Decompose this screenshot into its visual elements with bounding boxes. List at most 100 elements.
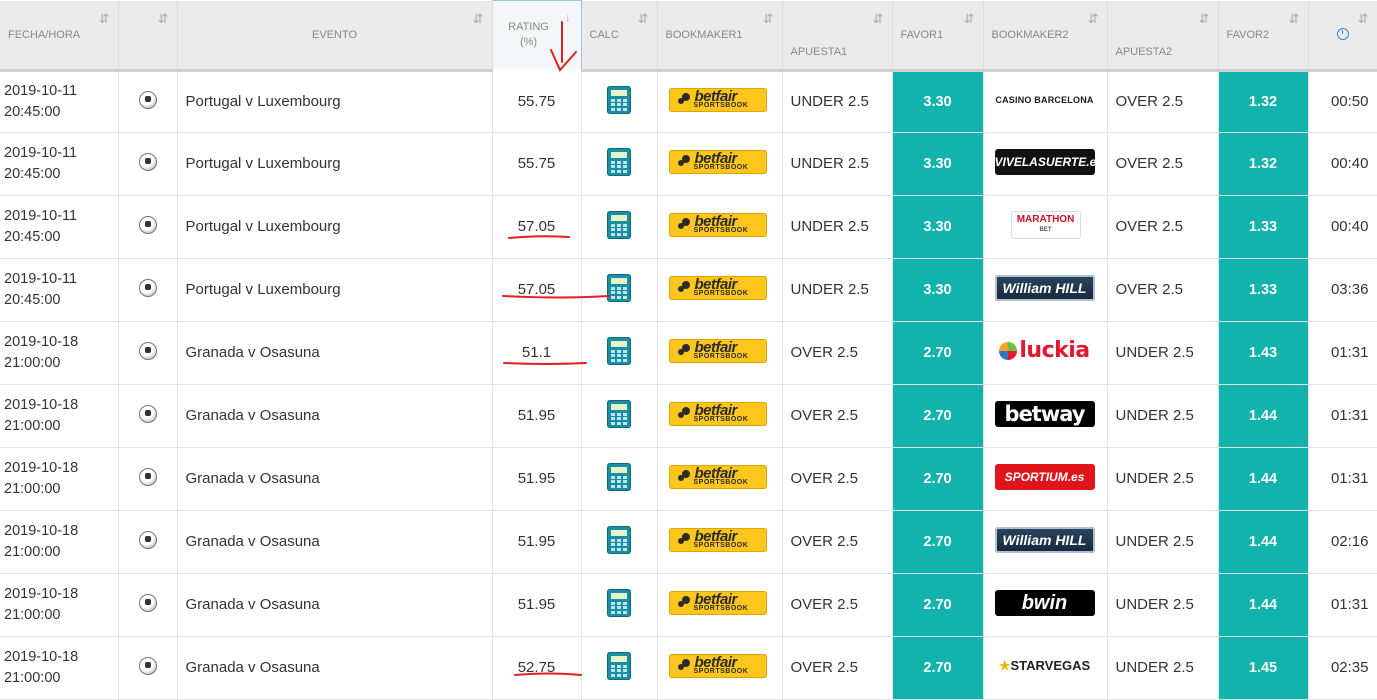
favor2-cell[interactable]: 1.44 xyxy=(1218,573,1309,637)
sort-icon[interactable]: ⇵ xyxy=(99,11,110,27)
betfair-logo[interactable]: betfair SPORTSBOOK xyxy=(668,590,767,615)
favor2-odds[interactable]: 1.44 xyxy=(1249,408,1277,424)
favor1-cell[interactable]: 3.30 xyxy=(892,258,984,322)
event-cell[interactable]: Portugal v Luxembourg xyxy=(177,68,493,133)
bookmaker1-cell[interactable]: betfair SPORTSBOOK xyxy=(657,68,783,133)
table-row[interactable]: 2019-10-11 20:45:00 Portugal v Luxembourg 5… xyxy=(0,195,1377,259)
bookmaker1-cell[interactable]: betfair SPORTSBOOK xyxy=(657,636,783,700)
calc-cell[interactable] xyxy=(581,573,658,637)
bookmaker2-cell[interactable]: William HILL xyxy=(983,258,1108,322)
event-name[interactable]: Granada v Osasuna xyxy=(186,470,320,487)
table-row[interactable]: 2019-10-11 20:45:00 Portugal v Luxembourg 5… xyxy=(0,258,1377,322)
favor1-odds[interactable]: 2.70 xyxy=(923,345,951,361)
table-row[interactable]: 2019-10-11 20:45:00 Portugal v Luxembourg 5… xyxy=(0,68,1377,133)
favor2-odds[interactable]: 1.32 xyxy=(1249,94,1277,110)
favor1-odds[interactable]: 3.30 xyxy=(923,94,951,110)
event-name[interactable]: Granada v Osasuna xyxy=(186,407,320,424)
header-apuesta1[interactable]: APUESTA1 ⇵ xyxy=(782,0,893,72)
bookmaker1-cell[interactable]: betfair SPORTSBOOK xyxy=(657,573,783,637)
bookmaker1-cell[interactable]: betfair SPORTSBOOK xyxy=(657,258,783,322)
favor1-cell[interactable]: 2.70 xyxy=(892,573,984,637)
bookmaker1-cell[interactable]: betfair SPORTSBOOK xyxy=(657,132,783,196)
header-favor1[interactable]: FAVOR1 ⇵ xyxy=(892,0,984,72)
bookmaker2-logo[interactable]: SPORTIUM.es xyxy=(994,463,1095,490)
header-calc[interactable]: CALC ⇵ xyxy=(581,0,658,72)
favor1-cell[interactable]: 2.70 xyxy=(892,636,984,700)
bookmaker2-cell[interactable]: MARATHON BET xyxy=(983,195,1108,259)
favor1-odds[interactable]: 2.70 xyxy=(923,597,951,613)
event-name[interactable]: Portugal v Luxembourg xyxy=(186,218,341,235)
calculator-icon[interactable] xyxy=(607,273,631,302)
bookmaker2-cell[interactable]: SPORTIUM.es xyxy=(983,447,1108,511)
sort-desc-icon[interactable]: ↓ xyxy=(565,11,571,26)
favor2-cell[interactable]: 1.32 xyxy=(1218,132,1309,196)
bookmaker1-cell[interactable]: betfair SPORTSBOOK xyxy=(657,384,783,448)
favor1-cell[interactable]: 2.70 xyxy=(892,321,984,385)
sort-icon[interactable]: ⇵ xyxy=(473,11,484,27)
favor2-cell[interactable]: 1.33 xyxy=(1218,258,1309,322)
favor1-odds[interactable]: 2.70 xyxy=(923,660,951,676)
bookmaker2-logo[interactable]: bwin xyxy=(994,589,1095,616)
sort-icon[interactable]: ⇵ xyxy=(1088,11,1099,27)
calculator-icon[interactable] xyxy=(607,147,631,176)
calculator-icon[interactable] xyxy=(607,651,631,680)
table-row[interactable]: 2019-10-18 21:00:00 Granada v Osasuna 52.75… xyxy=(0,636,1377,700)
sort-icon[interactable]: ⇵ xyxy=(873,11,884,27)
calc-cell[interactable] xyxy=(581,258,658,322)
event-name[interactable]: Granada v Osasuna xyxy=(186,533,320,550)
sort-icon[interactable]: ⇵ xyxy=(1199,11,1210,27)
favor1-odds[interactable]: 3.30 xyxy=(923,219,951,235)
bookmaker2-logo[interactable]: William HILL xyxy=(994,526,1095,553)
event-cell[interactable]: Portugal v Luxembourg xyxy=(177,132,493,196)
favor2-cell[interactable]: 1.44 xyxy=(1218,447,1309,511)
event-cell[interactable]: Granada v Osasuna xyxy=(177,510,493,574)
event-name[interactable]: Portugal v Luxembourg xyxy=(186,93,341,110)
favor2-odds[interactable]: 1.44 xyxy=(1249,471,1277,487)
header-bookmaker2[interactable]: BOOKMAKER2 ⇵ xyxy=(983,0,1108,72)
event-name[interactable]: Portugal v Luxembourg xyxy=(186,155,341,172)
sort-icon[interactable]: ⇵ xyxy=(964,11,975,27)
table-row[interactable]: 2019-10-18 21:00:00 Granada v Osasuna 51.1 b… xyxy=(0,321,1377,385)
calculator-icon[interactable] xyxy=(607,399,631,428)
favor2-cell[interactable]: 1.44 xyxy=(1218,384,1309,448)
favor1-cell[interactable]: 3.30 xyxy=(892,195,984,259)
betfair-logo[interactable]: betfair SPORTSBOOK xyxy=(668,212,767,237)
favor1-cell[interactable]: 2.70 xyxy=(892,384,984,448)
bookmaker2-logo[interactable]: VIVELASUERTE.es xyxy=(994,148,1095,175)
bookmaker2-cell[interactable]: bwin xyxy=(983,573,1108,637)
bookmaker1-cell[interactable]: betfair SPORTSBOOK xyxy=(657,510,783,574)
favor2-odds[interactable]: 1.45 xyxy=(1249,660,1277,676)
favor1-cell[interactable]: 3.30 xyxy=(892,132,984,196)
calculator-icon[interactable] xyxy=(607,85,631,114)
header-fecha[interactable]: FECHA/HORA ⇵ xyxy=(0,0,119,72)
calc-cell[interactable] xyxy=(581,636,658,700)
favor2-cell[interactable]: 1.32 xyxy=(1218,68,1309,133)
bookmaker2-cell[interactable]: VIVELASUERTE.es xyxy=(983,132,1108,196)
bookmaker2-cell[interactable]: luckia xyxy=(983,321,1108,385)
favor1-odds[interactable]: 3.30 xyxy=(923,156,951,172)
calc-cell[interactable] xyxy=(581,384,658,448)
bookmaker2-cell[interactable]: ★STARVEGAS xyxy=(983,636,1108,700)
event-cell[interactable]: Portugal v Luxembourg xyxy=(177,195,493,259)
betfair-logo[interactable]: betfair SPORTSBOOK xyxy=(668,87,767,112)
event-name[interactable]: Granada v Osasuna xyxy=(186,659,320,676)
favor2-cell[interactable]: 1.45 xyxy=(1218,636,1309,700)
calculator-icon[interactable] xyxy=(607,462,631,491)
table-row[interactable]: 2019-10-18 21:00:00 Granada v Osasuna 51.95… xyxy=(0,447,1377,511)
event-cell[interactable]: Granada v Osasuna xyxy=(177,636,493,700)
sort-icon[interactable]: ⇵ xyxy=(158,11,169,27)
event-name[interactable]: Portugal v Luxembourg xyxy=(186,281,341,298)
calc-cell[interactable] xyxy=(581,321,658,385)
favor1-odds[interactable]: 2.70 xyxy=(923,471,951,487)
header-bookmaker1[interactable]: BOOKMAKER1 ⇵ xyxy=(657,0,783,72)
bookmaker2-logo[interactable]: luckia xyxy=(995,338,1095,364)
calc-cell[interactable] xyxy=(581,68,658,133)
calculator-icon[interactable] xyxy=(607,588,631,617)
calc-cell[interactable] xyxy=(581,510,658,574)
favor2-cell[interactable]: 1.33 xyxy=(1218,195,1309,259)
header-favor2[interactable]: FAVOR2 ⇵ xyxy=(1218,0,1309,72)
sort-icon[interactable]: ⇵ xyxy=(1358,11,1369,27)
betfair-logo[interactable]: betfair SPORTSBOOK xyxy=(668,527,767,552)
event-cell[interactable]: Granada v Osasuna xyxy=(177,447,493,511)
header-apuesta2[interactable]: APUESTA2 ⇵ xyxy=(1107,0,1219,72)
